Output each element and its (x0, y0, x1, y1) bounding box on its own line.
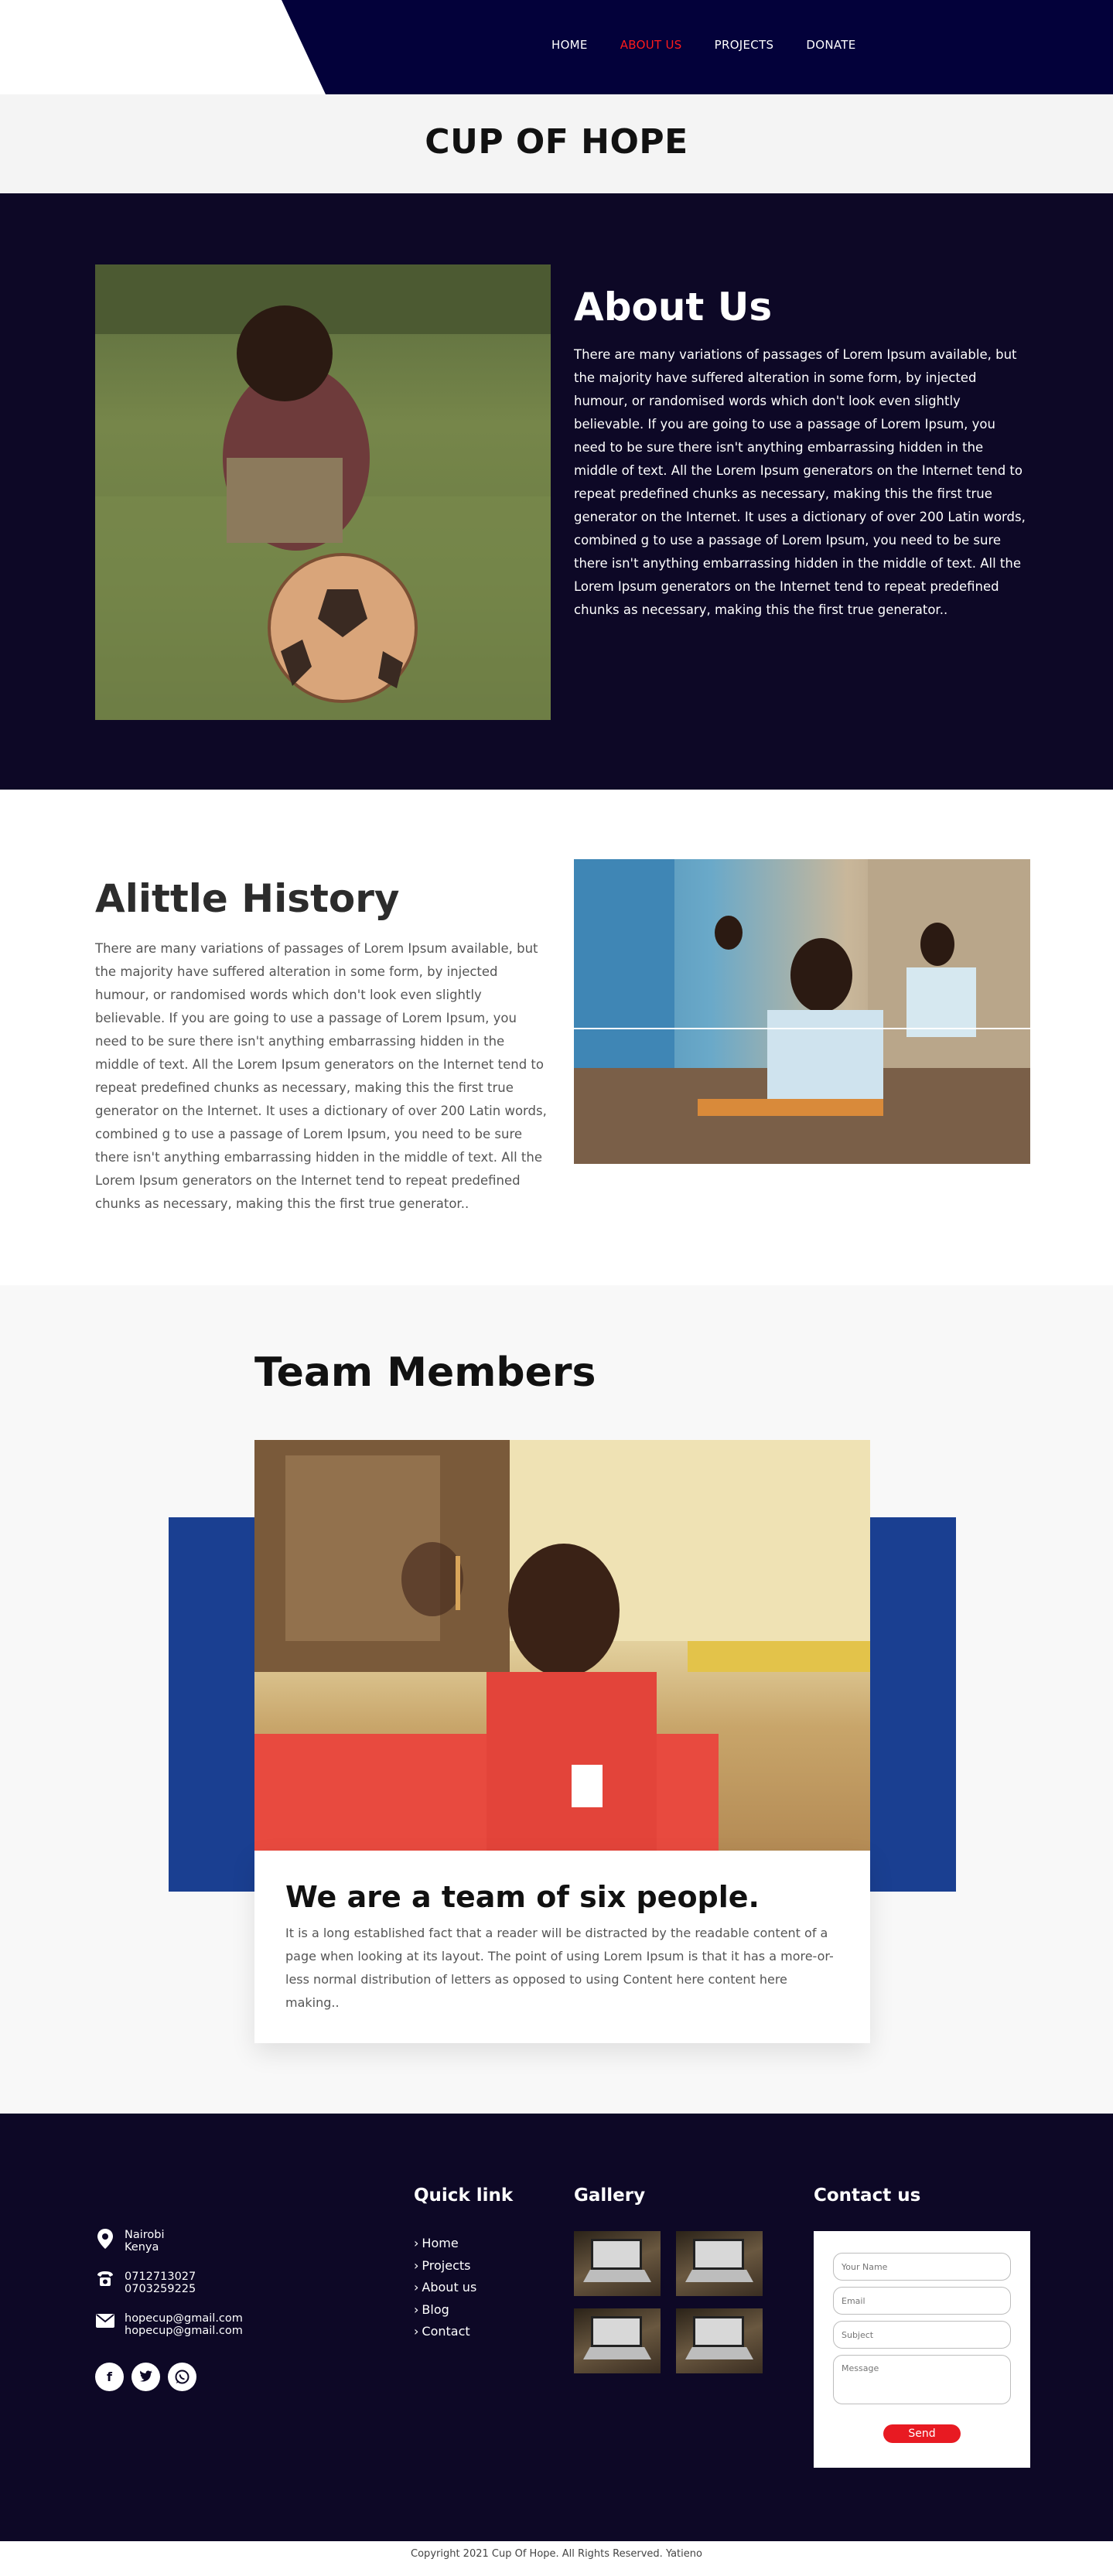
nav-about-us[interactable]: ABOUT US (620, 38, 682, 52)
email-address-1[interactable]: hopecup@gmail.com (125, 2312, 243, 2325)
quick-link-contact[interactable]: › Contact (414, 2321, 476, 2343)
quick-link-about[interactable]: › About us (414, 2277, 476, 2299)
quick-link-projects[interactable]: › Projects (414, 2255, 476, 2277)
chevron-right-icon: › (414, 2236, 419, 2250)
page-title: CUP OF HOPE (425, 122, 688, 162)
gallery-thumb-laptop[interactable] (676, 2308, 763, 2373)
nav-projects[interactable]: PROJECTS (715, 38, 774, 52)
about-photo (95, 264, 551, 720)
classroom-illustration (574, 859, 1030, 1164)
quick-link-heading: Quick link (414, 2185, 514, 2206)
subject-field[interactable] (833, 2321, 1011, 2349)
team-card: We are a team of six people. It is a lon… (254, 1851, 870, 2043)
location-country: Kenya (125, 2241, 159, 2254)
gallery-thumb-laptop[interactable] (574, 2308, 661, 2373)
envelope-icon (95, 2312, 115, 2332)
gallery-heading: Gallery (574, 2185, 646, 2206)
social-links: f (95, 2363, 196, 2391)
gallery-grid (574, 2231, 763, 2373)
facebook-icon[interactable]: f (95, 2363, 124, 2391)
main-nav: HOME ABOUT US PROJECTS DONATE (551, 38, 888, 52)
boy-with-ball-illustration (95, 264, 551, 720)
contact-form: Send (814, 2231, 1030, 2468)
team-title: Team Members (254, 1349, 596, 1396)
team-card-text: It is a long established fact that a rea… (285, 1926, 834, 2010)
email-address-2[interactable]: hopecup@gmail.com (125, 2325, 243, 2337)
copyright-text: Copyright 2021 Cup Of Hope. All Rights R… (411, 2548, 702, 2560)
history-title: Alittle History (95, 876, 400, 921)
location-city: Nairobi (125, 2229, 165, 2241)
about-text: There are many variations of passages of… (574, 347, 1026, 617)
whatsapp-icon[interactable] (168, 2363, 196, 2391)
phone-icon (95, 2271, 115, 2291)
quick-links: › Home › Projects › About us › Blog › Contact (414, 2233, 476, 2343)
history-photo (574, 859, 1030, 1164)
footer-email: hopecup@gmail.com hopecup@gmail.com (95, 2312, 243, 2337)
chevron-right-icon: › (414, 2301, 419, 2317)
smiling-boy-illustration (254, 1440, 870, 1851)
send-button[interactable]: Send (883, 2424, 961, 2443)
map-pin-icon (95, 2229, 115, 2249)
chevron-right-icon: › (414, 2257, 419, 2273)
twitter-icon[interactable] (131, 2363, 160, 2391)
gallery-thumb-laptop[interactable] (574, 2231, 661, 2296)
footer-location: Nairobi Kenya (95, 2229, 165, 2254)
quick-link-home[interactable]: › Home (414, 2233, 476, 2255)
phone-number-1: 0712713027 (125, 2271, 196, 2283)
phone-number-2: 0703259225 (125, 2283, 196, 2295)
chevron-right-icon: › (414, 2324, 419, 2339)
email-field[interactable] (833, 2287, 1011, 2315)
team-photo (254, 1440, 870, 1851)
message-field[interactable] (833, 2355, 1011, 2404)
chevron-right-icon: › (414, 2280, 419, 2295)
quick-link-blog[interactable]: › Blog (414, 2299, 476, 2322)
about-title: About Us (574, 285, 773, 329)
history-text: There are many variations of passages of… (95, 941, 547, 1211)
nav-donate[interactable]: DONATE (806, 38, 855, 52)
name-field[interactable] (833, 2253, 1011, 2281)
contact-heading: Contact us (814, 2185, 921, 2206)
gallery-thumb-laptop[interactable] (676, 2231, 763, 2296)
nav-home[interactable]: HOME (551, 38, 588, 52)
team-card-title: We are a team of six people. (285, 1880, 760, 1914)
history-divider (574, 1028, 1030, 1029)
footer-phone: 0712713027 0703259225 (95, 2271, 196, 2295)
